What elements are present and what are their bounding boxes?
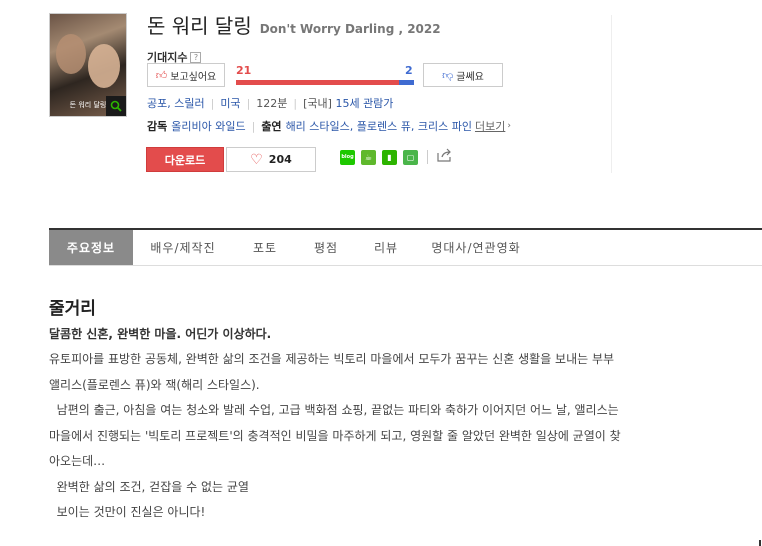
separator: [427, 150, 428, 164]
memo-icon[interactable]: ▢: [403, 149, 418, 165]
genre-link[interactable]: 공포, 스릴러: [147, 95, 205, 111]
dislike-button[interactable]: 👎︎ 글쎄요: [423, 63, 503, 87]
separator: |: [210, 96, 215, 110]
share-icons: blog ☕ ▮ ▢: [340, 148, 453, 166]
help-icon[interactable]: ?: [190, 51, 202, 63]
thumbs-down-icon: 👎︎: [442, 68, 454, 82]
bookmark-icon[interactable]: ▮: [382, 149, 397, 165]
tab-photos[interactable]: 포토: [233, 230, 297, 265]
synopsis-body: 유토피아를 표방한 공동체, 완벽한 삶의 조건을 제공하는 빅토리 마을에서 …: [49, 347, 729, 526]
expectation-bar: [236, 80, 414, 85]
cast-links[interactable]: 해리 스타일스, 플로렌스 퓨, 크리스 파인: [286, 118, 472, 134]
like-button-label: 보고싶어요: [170, 71, 217, 83]
movie-poster[interactable]: 돈 워리 달링: [49, 13, 127, 117]
synopsis-line: 아오는데…: [49, 454, 106, 468]
tab-reviews[interactable]: 리뷰: [355, 230, 417, 265]
country-link[interactable]: 미국: [220, 95, 240, 111]
chevron-right-icon: ›: [507, 121, 511, 131]
poster-figure-2: [88, 44, 120, 88]
cast-label: 출연: [261, 120, 282, 133]
synopsis-line: 남편의 출근, 아침을 여는 청소와 발레 수업, 고급 백화점 쇼핑, 끝없는…: [49, 403, 619, 417]
blog-icon-text: blog: [341, 154, 354, 160]
like-count: 21: [236, 64, 252, 77]
tab-ratings[interactable]: 평점: [297, 230, 355, 265]
synopsis-line: 앨리스(플로렌스 퓨)와 잭(해리 스타일스).: [49, 377, 260, 392]
director-label: 감독: [147, 120, 168, 133]
dislike-count: 2: [405, 64, 413, 77]
synopsis-line: 보이는 것만이 진실은 아니다!: [49, 505, 206, 519]
dislike-button-label: 글쎄요: [456, 71, 484, 83]
title-row: 돈 워리 달링 Don't Worry Darling , 2022: [147, 10, 441, 39]
separator: |: [246, 96, 251, 110]
thumbs-up-icon: 👍︎: [155, 68, 168, 82]
tab-cast-crew[interactable]: 배우/제작진: [133, 230, 233, 265]
zoom-icon[interactable]: [106, 96, 126, 116]
poster-figure-1: [56, 34, 86, 74]
rating-prefix: [국내]: [303, 97, 332, 110]
synopsis-heading: 줄거리: [49, 299, 96, 319]
share-out-icon[interactable]: [437, 148, 453, 166]
credits-row: 감독 올리비아 와일드 | 출연 해리 스타일스, 플로렌스 퓨, 크리스 파인…: [147, 118, 511, 134]
more-link[interactable]: 더보기: [475, 118, 505, 134]
movie-meta: 공포, 스릴러 | 미국 | 122분 | [국내] 15세 관람가: [147, 95, 393, 111]
scroll-indicator[interactable]: [759, 540, 761, 546]
synopsis-line: 완벽한 삶의 조건, 걷잡을 수 없는 균열: [49, 479, 249, 494]
synopsis-tagline: 달콤한 신혼, 완벽한 마을. 어딘가 이상하다.: [49, 327, 272, 341]
download-button[interactable]: 다운로드: [146, 147, 224, 172]
tab-quotes-related[interactable]: 명대사/연관영화: [417, 230, 535, 265]
heart-icon: ♡: [250, 151, 263, 168]
movie-title: 돈 워리 달링: [147, 14, 252, 38]
movie-title-english: Don't Worry Darling , 2022: [259, 22, 441, 36]
synopsis-line: 마을에서 진행되는 '빅토리 프로젝트'의 충격적인 비밀을 마주하게 되고, …: [49, 428, 621, 443]
naver-cafe-icon[interactable]: ☕: [361, 149, 376, 165]
tab-main-info[interactable]: 주요정보: [49, 230, 133, 265]
favorite-button[interactable]: ♡ 204: [226, 147, 316, 172]
runtime: 122분: [256, 97, 288, 110]
separator: |: [251, 119, 256, 133]
director-link[interactable]: 올리비아 와일드: [171, 118, 245, 134]
content-tabs: 주요정보 배우/제작진 포토 평점 리뷰 명대사/연관영화: [49, 228, 762, 266]
expectation-bar-fill: [236, 80, 399, 85]
vertical-divider: [611, 15, 612, 173]
like-button[interactable]: 👍︎ 보고싶어요: [147, 63, 225, 87]
favorite-count: 204: [268, 153, 292, 166]
synopsis-line: 유토피아를 표방한 공동체, 완벽한 삶의 조건을 제공하는 빅토리 마을에서 …: [49, 352, 615, 366]
separator: |: [293, 96, 298, 110]
naver-blog-icon[interactable]: blog: [340, 149, 355, 165]
age-rating-link[interactable]: 15세 관람가: [335, 95, 393, 111]
